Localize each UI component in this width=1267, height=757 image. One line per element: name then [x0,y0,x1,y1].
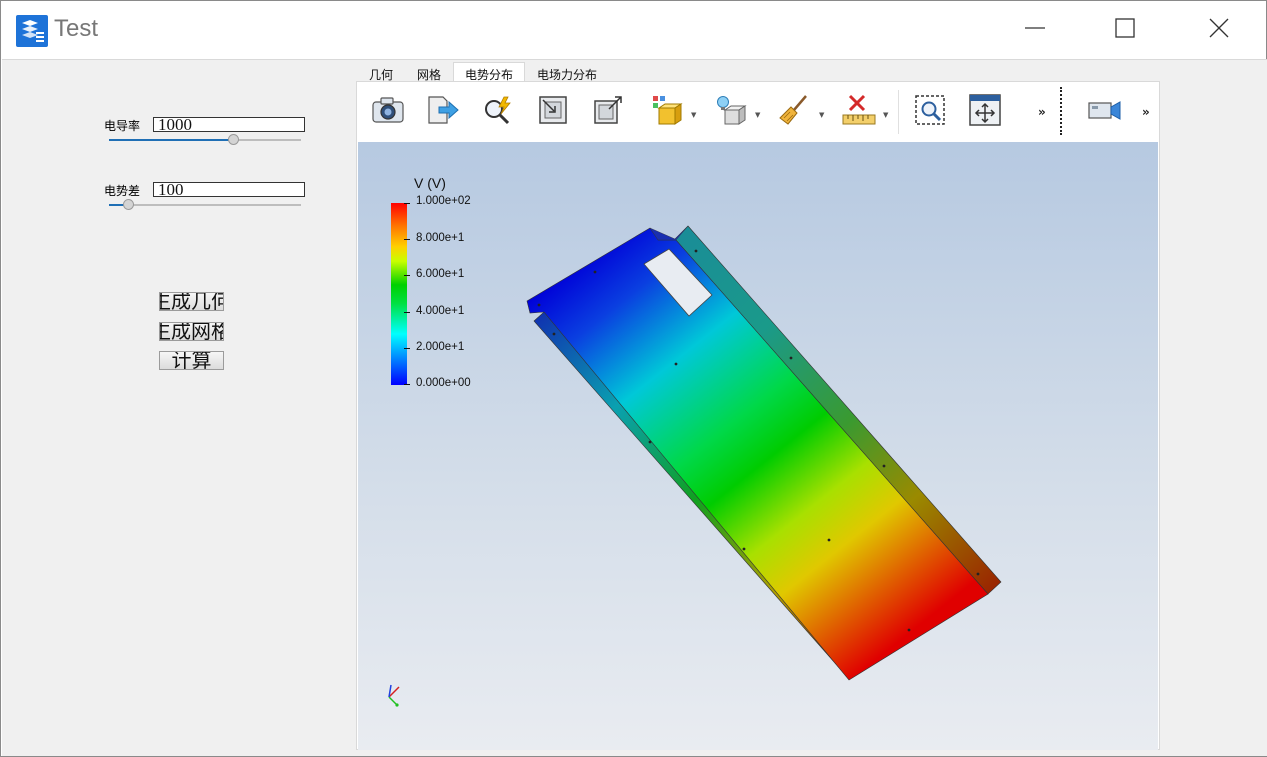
generate-geometry-button[interactable]: 生成几何 [159,292,224,311]
view-tabs: 几何 网格 电势分布 电场力分布 [357,62,609,83]
generate-mesh-button[interactable]: 生成网格 [159,322,224,341]
minimize-button[interactable] [1012,9,1058,51]
compute-button[interactable]: 计算 [159,351,224,370]
zoom-to-box-button[interactable] [912,94,948,130]
client-area: 电导率 1000 电势差 100 生成几何 生成网格 计算 几何 网格 电势分布… [2,59,1267,756]
magnifier-lightning-icon [482,95,514,129]
toolbar-separator [898,90,899,134]
representation-dropdown-arrow[interactable]: ▼ [691,111,696,119]
ruler-delete-icon [842,94,876,130]
broom-icon [778,94,810,130]
app-window: Test 电导率 1000 电势差 100 成几 成网 计算 几何 网格 电势分… [0,0,1267,757]
tab-potential-distribution[interactable]: 电势分布 [453,62,526,83]
lighting-button[interactable] [713,94,749,130]
potential-diff-input[interactable]: 100 [153,182,305,197]
clear-dropdown-arrow[interactable]: ▼ [819,111,824,119]
bulb-cube-icon [715,94,747,130]
slider-fill [109,139,233,141]
slider-thumb[interactable] [228,134,239,145]
potential-diff-label: 电势差 [104,184,141,198]
potential-diff-slider[interactable] [109,198,301,212]
slider-track [109,204,301,206]
conductivity-slider[interactable] [109,133,301,147]
render-canvas[interactable]: V (V) 1.000e+02 8.000e+1 6.000e+1 4.000e… [358,142,1158,750]
record-camera-button[interactable] [1087,94,1123,130]
tab-mesh[interactable]: 网格 [405,62,453,83]
lighting-dropdown-arrow[interactable]: ▼ [755,111,760,119]
frame-arrow-out-icon [593,95,623,129]
potential-field-model [526,225,1002,681]
close-button[interactable] [1196,9,1242,51]
tab-electric-force-distribution[interactable]: 电场力分布 [525,62,609,83]
cube-colors-icon [651,94,683,130]
zoom-out-view-button[interactable] [590,94,626,130]
tab-geometry[interactable]: 几何 [357,62,405,83]
fit-view-button[interactable] [535,94,571,130]
frame-arrow-in-icon [538,95,568,129]
screenshot-button[interactable] [370,94,406,130]
slider-thumb[interactable] [123,199,134,210]
delete-measure-dropdown-arrow[interactable]: ▼ [883,111,888,119]
delete-measure-button[interactable] [841,94,877,130]
window-title: Test [54,15,99,42]
camera-icon [372,96,404,128]
minimize-icon [1024,17,1046,43]
maximize-button[interactable] [1102,9,1148,51]
viewer-toolbar: ▼ ▼ ▼ ▼ » » [358,82,1158,141]
toolbar-grip [1060,87,1062,135]
video-camera-icon [1088,98,1122,126]
conductivity-input[interactable]: 1000 [153,117,305,132]
zoom-box-icon [914,94,946,130]
reset-camera-button[interactable] [967,94,1003,130]
export-button[interactable] [425,94,461,130]
toolbar-overflow-button-2[interactable]: » [1142,105,1150,119]
close-icon [1208,17,1230,43]
conductivity-label: 电导率 [104,119,141,133]
app-logo-icon [16,15,48,47]
pan-arrows-icon [969,94,1001,130]
toolbar-overflow-button-1[interactable]: » [1038,105,1046,119]
representation-button[interactable] [649,94,685,130]
title-bar: Test [1,1,1266,59]
clear-button[interactable] [776,94,812,130]
viewer-panel: ▼ ▼ ▼ ▼ » » V (V) 1.000e+02 8.000e+1 6.0… [356,81,1160,750]
probe-button[interactable] [480,94,516,130]
maximize-icon [1114,17,1136,43]
orientation-axes-icon [388,684,400,707]
export-icon [427,95,459,129]
